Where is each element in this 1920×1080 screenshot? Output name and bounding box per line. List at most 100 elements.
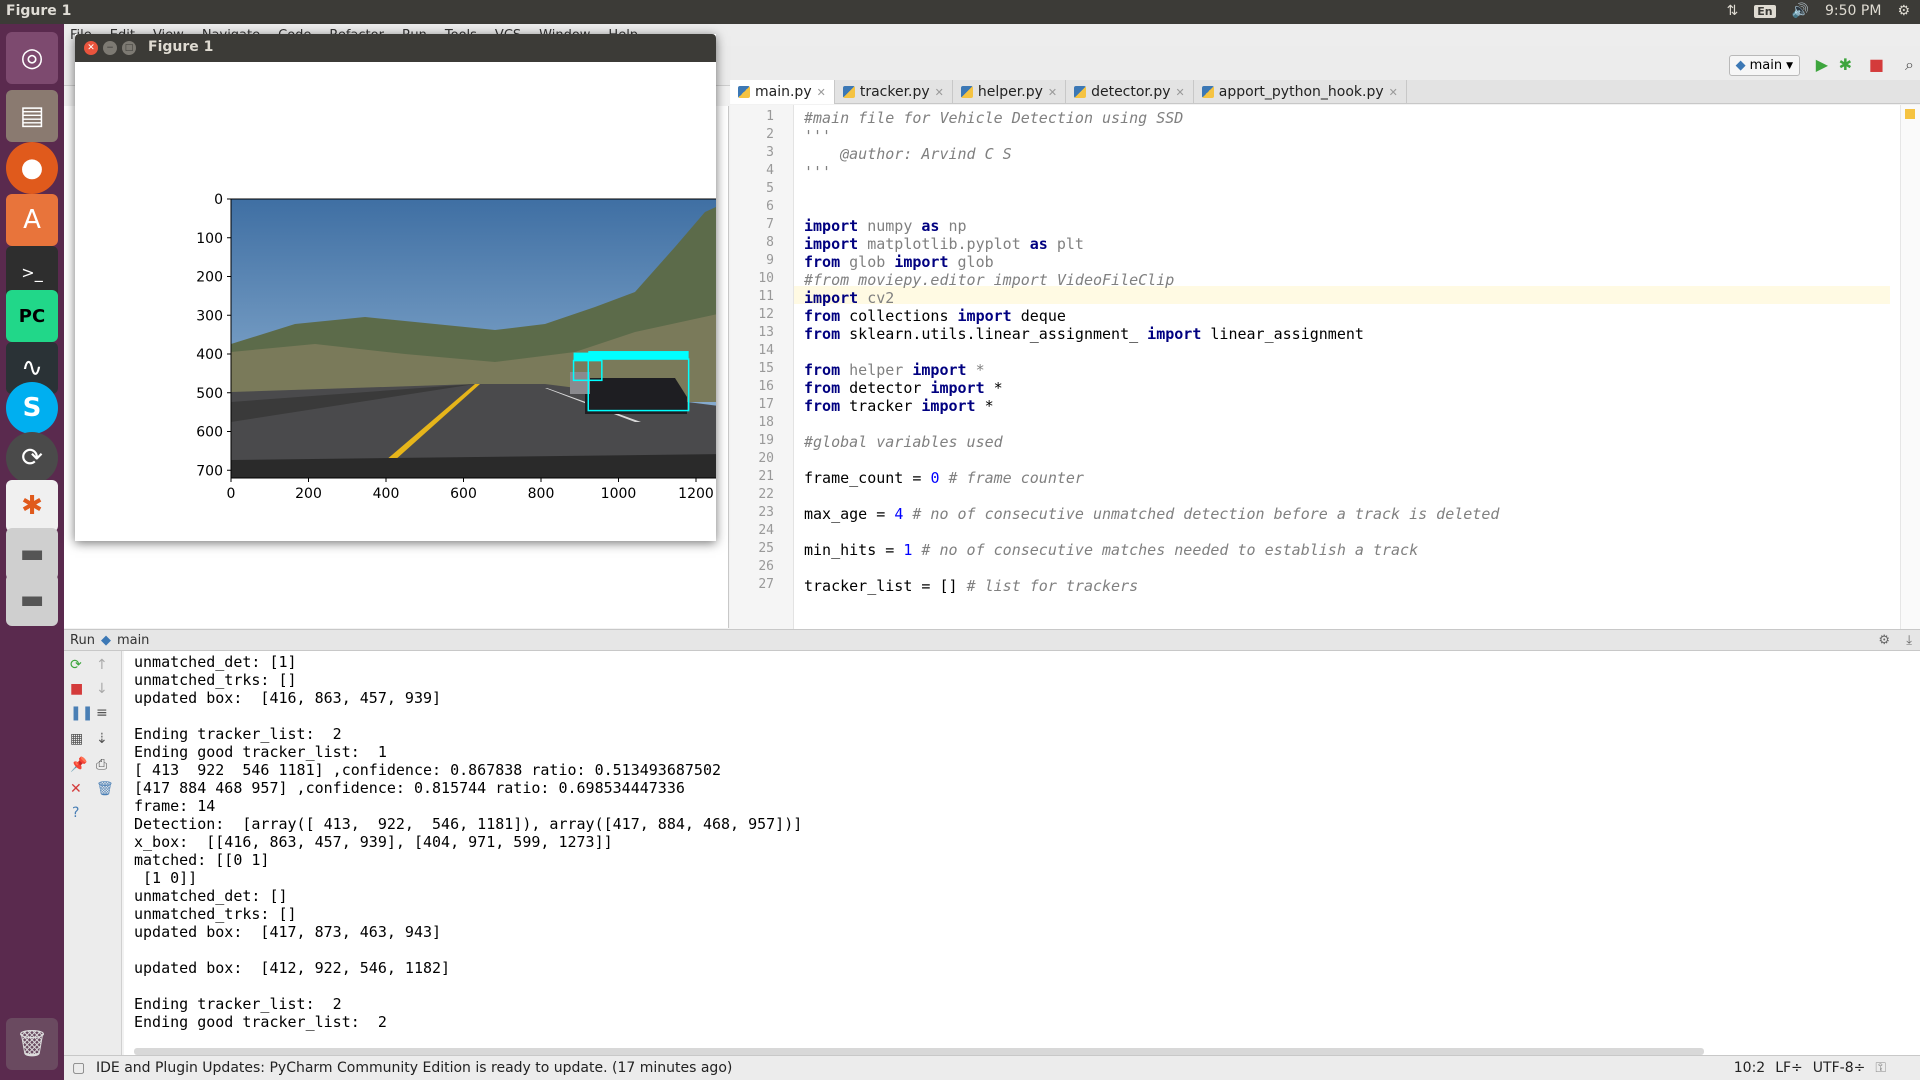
scroll-to-end-icon[interactable]: ⇣: [96, 731, 108, 747]
clock[interactable]: 9:50 PM: [1825, 3, 1881, 19]
close-icon[interactable]: ✕: [935, 86, 944, 99]
tab-detector-py[interactable]: detector.py ✕: [1066, 80, 1194, 104]
code-line[interactable]: #main file for Vehicle Detection using S…: [804, 109, 1183, 127]
run-configuration-select[interactable]: ◆ main ▼: [1728, 55, 1800, 76]
maximize-icon[interactable]: □: [122, 41, 136, 55]
pin-icon[interactable]: 📌: [70, 757, 87, 773]
lock-icon[interactable]: ⚿: [1875, 1060, 1886, 1076]
print-icon[interactable]: ⎙: [96, 757, 107, 773]
run-tab-label[interactable]: Run: [70, 633, 95, 648]
tab-label: helper.py: [977, 84, 1043, 100]
close-icon[interactable]: ✕: [1176, 86, 1185, 99]
python-file-icon: [1201, 86, 1214, 98]
tab-label: main.py: [755, 84, 812, 100]
code-line[interactable]: max_age = 4 # no of consecutive unmatche…: [804, 505, 1499, 523]
firefox-icon[interactable]: ●: [6, 142, 58, 194]
debug-icon[interactable]: ✱: [1839, 55, 1852, 74]
road-image: [231, 199, 716, 478]
console-line: Ending good tracker_list: 1: [134, 743, 387, 761]
run-toolbar: ⟳ ↑ ■ ↓ ❚❚ ≡ ▦ ⇣ 📌 ⎙ ✕ 🗑 ?: [64, 651, 122, 1063]
code-line[interactable]: from sklearn.utils.linear_assignment_ im…: [804, 325, 1364, 343]
code-line[interactable]: from detector import *: [804, 379, 1003, 397]
code-line[interactable]: import matplotlib.pyplot as plt: [804, 235, 1084, 253]
code-line[interactable]: from collections import deque: [804, 307, 1066, 325]
close-icon[interactable]: ✕: [84, 41, 98, 55]
code-line[interactable]: ''': [804, 127, 831, 145]
pycharm-icon[interactable]: PC: [6, 290, 58, 342]
code-line[interactable]: tracker_list = [] # list for trackers: [804, 577, 1138, 595]
disk-drive-icon[interactable]: ▬: [6, 528, 58, 580]
software-updater-icon[interactable]: ⟳: [6, 432, 58, 484]
volume-icon[interactable]: 🔊: [1792, 3, 1809, 19]
horizontal-scrollbar[interactable]: [134, 1048, 1704, 1055]
files-icon[interactable]: ▤: [6, 90, 58, 142]
arrow-up-icon[interactable]: ↑: [96, 657, 108, 673]
code-editor[interactable]: 1 2 3 4 5 6 7 8 9 10 11 12 13 14 15 16 17 18 19 20 21 22 23 24 2…: [730, 105, 1920, 629]
inkscape-icon[interactable]: ✱: [6, 480, 58, 532]
caret-position[interactable]: 10:2: [1734, 1060, 1765, 1076]
tab-tracker-py[interactable]: tracker.py ✕: [835, 80, 953, 104]
code-line[interactable]: frame_count = 0 # frame counter: [804, 469, 1084, 487]
python-file-icon: [1074, 86, 1087, 98]
keyboard-layout-indicator[interactable]: En: [1754, 4, 1776, 18]
settings-gear-icon[interactable]: ⚙: [1897, 3, 1910, 19]
hide-panel-icon[interactable]: ⤓: [1906, 633, 1912, 648]
ubuntu-dash-icon[interactable]: ◎: [6, 32, 58, 84]
code-line[interactable]: #global variables used: [804, 433, 1003, 451]
console-line: updated box: [416, 863, 457, 939]: [134, 689, 442, 707]
trash-icon[interactable]: 🗑: [96, 781, 114, 797]
soft-wrap-icon[interactable]: ≡: [96, 705, 108, 721]
code-line[interactable]: from helper import *: [804, 361, 985, 379]
close-icon[interactable]: ✕: [1048, 86, 1057, 99]
close-icon[interactable]: ✕: [817, 86, 826, 99]
code-line[interactable]: #from moviepy.editor import VideoFileCli…: [804, 271, 1174, 289]
stop-icon[interactable]: ■: [70, 681, 83, 697]
tab-apport-python-hook-py[interactable]: apport_python_hook.py ✕: [1194, 80, 1407, 104]
code-line[interactable]: ''': [804, 163, 831, 181]
run-icon[interactable]: ▶: [1816, 55, 1828, 74]
settings-gear-icon[interactable]: ⚙: [1878, 633, 1890, 648]
console-line: Detection: [array([ 413, 922, 546, 1181]…: [134, 815, 803, 833]
run-config-name[interactable]: main: [117, 633, 149, 648]
line-number: 15: [758, 361, 774, 376]
stop-icon[interactable]: ■: [1869, 55, 1884, 74]
rerun-icon[interactable]: ⟳: [70, 657, 82, 673]
run-config-label: main: [1749, 58, 1783, 73]
line-number: 3: [766, 145, 774, 160]
disk-drive-icon[interactable]: ▬: [6, 574, 58, 626]
close-icon[interactable]: ✕: [70, 781, 82, 797]
x-tick-label: 1000: [601, 486, 637, 502]
code-line[interactable]: from glob import glob: [804, 253, 994, 271]
code-line[interactable]: from tracker import *: [804, 397, 994, 415]
close-icon[interactable]: ✕: [1389, 86, 1398, 99]
status-message[interactable]: IDE and Plugin Updates: PyCharm Communit…: [96, 1060, 732, 1076]
dump-threads-icon[interactable]: ▦: [70, 731, 83, 747]
help-icon[interactable]: ?: [72, 805, 79, 821]
minimize-icon[interactable]: −: [103, 41, 117, 55]
line-number: 9: [766, 253, 774, 268]
code-line[interactable]: @author: Arvind C S: [804, 145, 1012, 163]
line-number: 8: [766, 235, 774, 250]
line-number: 4: [766, 163, 774, 178]
pause-icon[interactable]: ❚❚: [70, 705, 93, 721]
search-icon[interactable]: ⌕: [1905, 55, 1914, 75]
software-center-icon[interactable]: A: [6, 194, 58, 246]
line-number: 26: [758, 559, 774, 574]
network-icon[interactable]: ⇅: [1726, 3, 1738, 19]
run-console-output[interactable]: unmatched_det: [1] unmatched_trks: [] upda…: [124, 651, 1920, 1063]
tool-windows-icon[interactable]: ▢: [72, 1060, 85, 1076]
code-line[interactable]: min_hits = 1 # no of consecutive matches…: [804, 541, 1418, 559]
tab-label: detector.py: [1091, 84, 1171, 100]
code-line[interactable]: import cv2: [804, 289, 894, 307]
python-file-icon: ◆: [100, 632, 111, 648]
tab-helper-py[interactable]: helper.py ✕: [953, 80, 1067, 104]
warning-indicator-icon[interactable]: [1905, 109, 1915, 119]
skype-icon[interactable]: S: [6, 382, 58, 434]
tab-main-py[interactable]: main.py ✕: [730, 80, 835, 104]
trash-icon[interactable]: 🗑: [6, 1018, 58, 1070]
editor-error-stripe[interactable]: [1900, 105, 1920, 629]
file-encoding[interactable]: UTF-8÷: [1813, 1060, 1866, 1076]
code-line[interactable]: import numpy as np: [804, 217, 967, 235]
arrow-down-icon[interactable]: ↓: [96, 681, 108, 697]
line-separator[interactable]: LF÷: [1775, 1060, 1803, 1076]
